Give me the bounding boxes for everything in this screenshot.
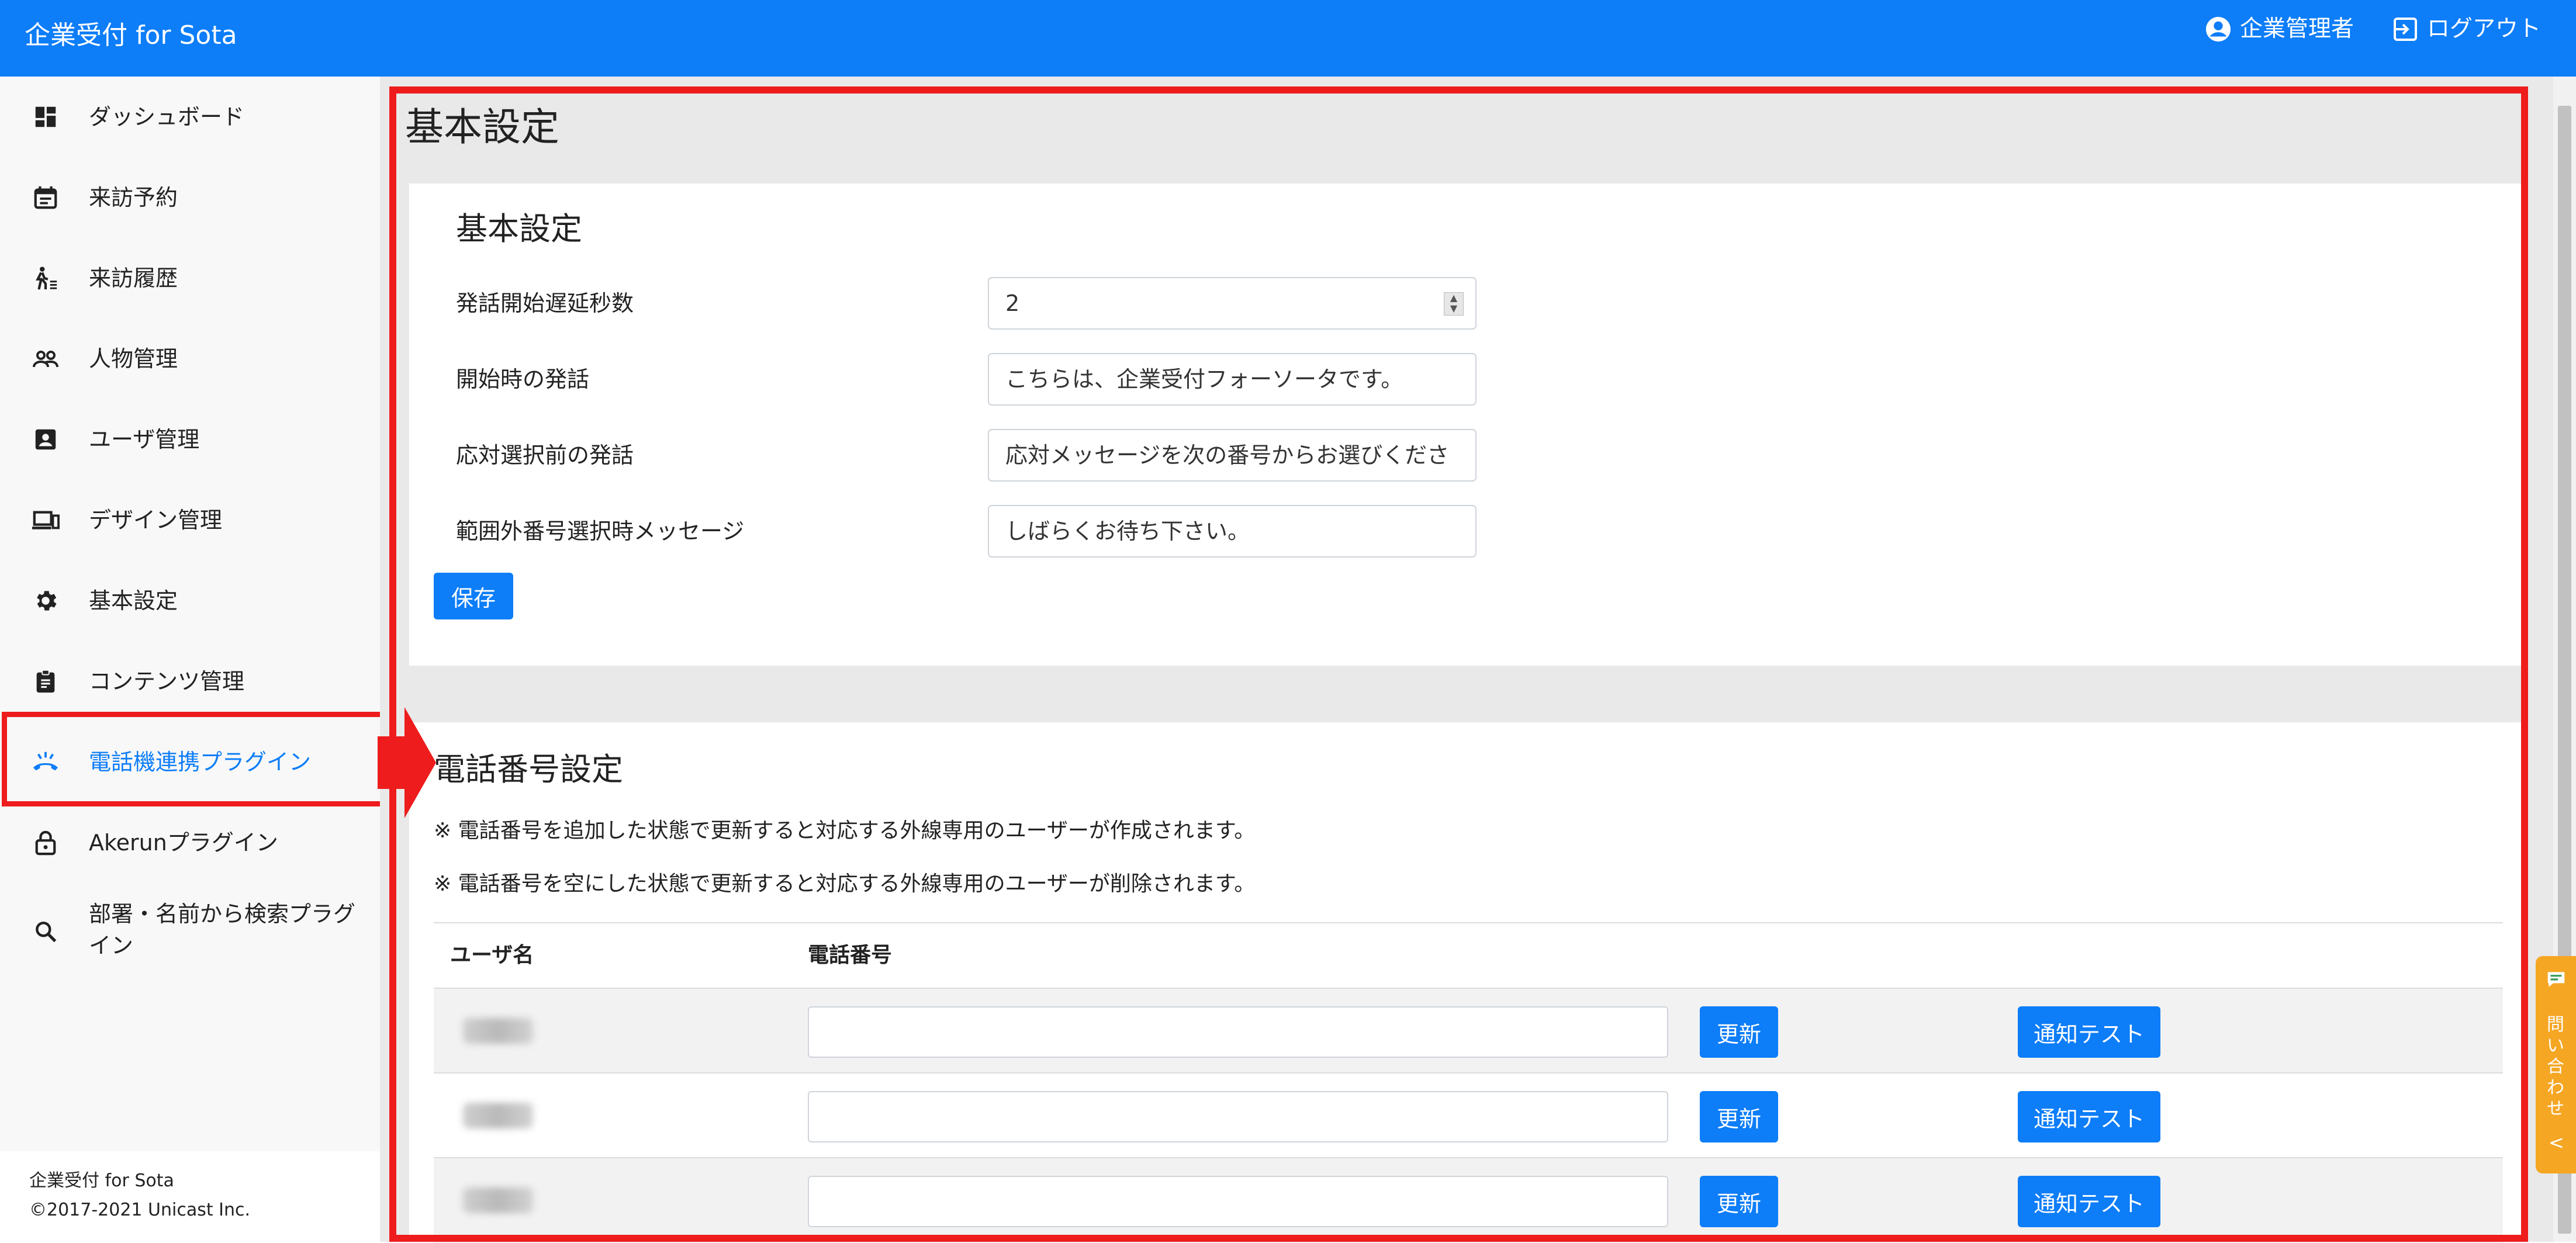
sidebar-item-basic-settings[interactable]: 基本設定	[0, 560, 380, 641]
column-header-phone: 電話番号	[808, 943, 893, 967]
sidebar-item-design[interactable]: デザイン管理	[0, 480, 380, 560]
sidebar-item-visit-history[interactable]: 来訪履歴	[0, 238, 380, 318]
table-row: 更新 通知テスト	[434, 1158, 2503, 1243]
sidebar-item-users[interactable]: ユーザ管理	[0, 399, 380, 480]
page-title: 基本設定	[405, 105, 559, 150]
chat-icon	[2547, 972, 2565, 987]
table-top-border	[434, 922, 2503, 923]
notify-test-button[interactable]: 通知テスト	[2018, 1006, 2160, 1058]
pre-selection-speech-input[interactable]: 応対メッセージを次の番号からお選びくださ	[988, 429, 1477, 482]
sidebar-item-label: ダッシュボード	[89, 104, 245, 130]
sidebar-item-label: 来訪履歴	[89, 265, 178, 291]
blurred-user-name	[463, 1187, 533, 1213]
phone-settings-title: 電話番号設定	[434, 751, 623, 788]
sidebar-item-label: デザイン管理	[89, 507, 223, 533]
app-title[interactable]: 企業受付 for Sota	[25, 18, 237, 54]
logout-icon	[2391, 15, 2420, 44]
blurred-user-name	[463, 1103, 533, 1128]
highlight-box-sidebar	[2, 712, 389, 806]
number-spinner[interactable]: ▲ ▼	[1444, 292, 1464, 316]
sidebar-item-label: 基本設定	[89, 588, 178, 614]
update-button[interactable]: 更新	[1700, 1091, 1778, 1142]
speech-delay-label: 発話開始遅延秒数	[456, 290, 634, 316]
note-remove-phone: ※ 電話番号を空にした状態で更新すると対応する外線専用のユーザーが削除されます。	[434, 872, 1256, 896]
sidebar-item-visit-reservation[interactable]: 来訪予約	[0, 157, 380, 238]
inquiry-label: 問い合わせ	[2547, 1015, 2564, 1119]
account-circle-icon	[2204, 15, 2233, 44]
sidebar-item-label: 来訪予約	[89, 185, 178, 210]
phone-number-input[interactable]	[808, 1176, 1668, 1227]
gear-icon	[28, 583, 63, 618]
save-button[interactable]: 保存	[434, 573, 513, 619]
chevron-left-icon: <	[2549, 1131, 2564, 1154]
red-arrow-annotation	[378, 707, 436, 818]
speech-delay-value: 2	[1005, 290, 1020, 316]
start-speech-label: 開始時の発話	[456, 366, 590, 392]
sidebar-item-label-line2: イン	[89, 933, 134, 958]
sidebar-item-contents[interactable]: コンテンツ管理	[0, 641, 380, 722]
basic-settings-title: 基本設定	[456, 210, 582, 247]
column-header-user: ユーザ名	[450, 943, 534, 967]
pre-selection-speech-label: 応対選択前の発話	[456, 442, 634, 468]
footer-app-name: 企業受付 for Sota	[29, 1171, 174, 1191]
sidebar-item-search-plugin[interactable]: 部署・名前から検索プラグ イン	[0, 883, 380, 979]
devices-icon	[28, 503, 63, 538]
people-icon	[28, 341, 63, 376]
sidebar-item-akerun-plugin[interactable]: Akerunプラグイン	[0, 802, 380, 883]
sidebar-item-label: 部署・名前から検索プラグ	[89, 901, 356, 927]
update-button[interactable]: 更新	[1700, 1006, 1778, 1058]
sidebar-item-label: Akerunプラグイン	[89, 830, 278, 856]
table-row: 更新 通知テスト	[434, 1074, 2503, 1158]
phone-number-input[interactable]	[808, 1006, 1668, 1058]
footer-copyright: ©2017-2021 Unicast Inc.	[29, 1200, 251, 1220]
note-add-phone: ※ 電話番号を追加した状態で更新すると対応する外線専用のユーザーが作成されます。	[434, 819, 1256, 843]
top-navbar: 企業受付 for Sota 企業管理者 ログアウト	[0, 0, 2576, 77]
notify-test-button[interactable]: 通知テスト	[2018, 1091, 2160, 1142]
sidebar: ダッシュボード 来訪予約 来訪履歴 人物管理 ユーザ管理 デザイン管理 基本設定…	[0, 77, 381, 1242]
inquiry-tab[interactable]: 問い合わせ <	[2536, 956, 2576, 1173]
start-speech-input[interactable]: こちらは、企業受付フォーソータです。	[988, 353, 1477, 406]
notify-test-button[interactable]: 通知テスト	[2018, 1176, 2160, 1227]
sidebar-item-people[interactable]: 人物管理	[0, 318, 380, 399]
blurred-user-name	[463, 1018, 533, 1044]
out-of-range-message-input[interactable]: しばらくお待ち下さい。	[988, 505, 1477, 558]
user-label: 企業管理者	[2240, 16, 2354, 42]
speech-delay-input[interactable]: 2 ▲ ▼	[988, 277, 1477, 330]
walking-person-icon	[28, 261, 63, 296]
out-of-range-message-label: 範囲外番号選択時メッセージ	[456, 518, 745, 544]
sidebar-item-dashboard[interactable]: ダッシュボード	[0, 77, 380, 157]
sidebar-item-label: 人物管理	[89, 346, 178, 372]
clipboard-icon	[28, 664, 63, 699]
contact-card-icon	[28, 422, 63, 457]
user-menu[interactable]: 企業管理者	[2204, 14, 2354, 44]
basic-settings-card	[409, 183, 2522, 666]
lock-icon	[28, 825, 63, 860]
sidebar-footer: 企業受付 for Sota ©2017-2021 Unicast Inc.	[0, 1151, 380, 1242]
table-row: 更新 通知テスト	[434, 989, 2503, 1074]
phone-number-input[interactable]	[808, 1091, 1668, 1142]
update-button[interactable]: 更新	[1700, 1176, 1778, 1227]
sidebar-item-label: コンテンツ管理	[89, 669, 245, 694]
dashboard-icon	[28, 99, 63, 134]
sidebar-item-label: ユーザ管理	[89, 427, 200, 452]
search-icon	[28, 914, 63, 949]
logout-button[interactable]: ログアウト	[2391, 14, 2541, 44]
logout-label: ログアウト	[2427, 16, 2542, 42]
calendar-icon	[28, 180, 63, 215]
